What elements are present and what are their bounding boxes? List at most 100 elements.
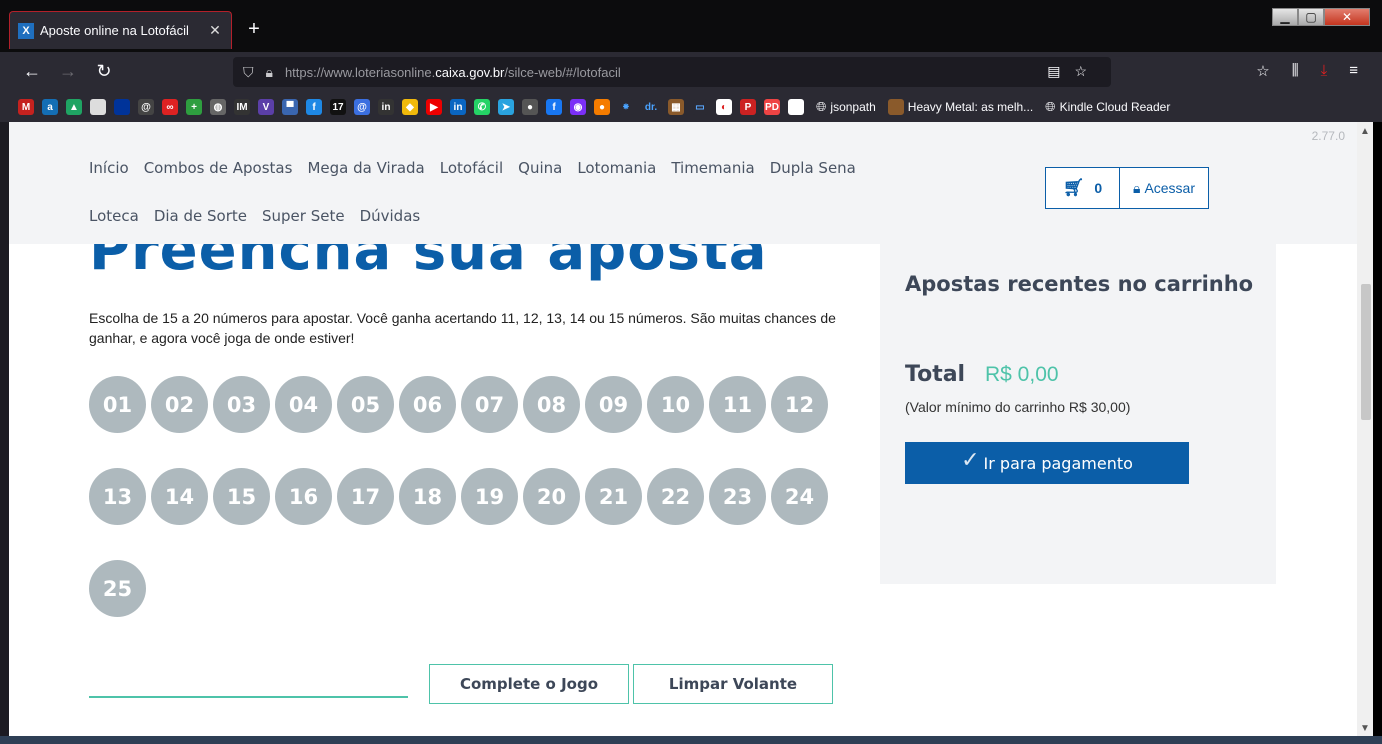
threads-icon[interactable]: @: [138, 99, 154, 115]
bookmark-icon[interactable]: [90, 99, 106, 115]
address-bar[interactable]: ⛉ 🔒︎ https://www.loteriasonline.caixa.go…: [233, 57, 1111, 87]
bookmark-kindle[interactable]: 🌐︎ Kindle Cloud Reader: [1045, 99, 1170, 115]
scroll-thumb[interactable]: [1361, 284, 1371, 420]
im-icon[interactable]: IM: [234, 99, 250, 115]
complete-game-button[interactable]: Complete o Jogo: [429, 664, 629, 704]
number-ball[interactable]: 21: [585, 468, 642, 525]
access-button[interactable]: 🔒︎ Acessar: [1120, 168, 1208, 208]
menu-icon[interactable]: ≡: [1349, 62, 1358, 80]
number-ball[interactable]: 23: [709, 468, 766, 525]
orange-icon[interactable]: ●: [594, 99, 610, 115]
url-text[interactable]: https://www.loteriasonline.caixa.gov.br/…: [285, 65, 621, 80]
round-icon[interactable]: ◐: [716, 99, 732, 115]
number-ball[interactable]: 11: [709, 376, 766, 433]
plus-icon[interactable]: +: [186, 99, 202, 115]
number-ball[interactable]: 16: [275, 468, 332, 525]
drive-icon[interactable]: ▲: [66, 99, 82, 115]
number-ball[interactable]: 20: [523, 468, 580, 525]
itau-icon[interactable]: [114, 99, 130, 115]
bet-quantity-input[interactable]: [89, 696, 408, 698]
window-icon[interactable]: ▭: [692, 99, 708, 115]
menu-item[interactable]: Dúvidas: [360, 207, 421, 225]
gmail-icon[interactable]: M: [18, 99, 34, 115]
facebook-icon[interactable]: f: [546, 99, 562, 115]
menu-item[interactable]: Início: [89, 159, 129, 177]
bookmark-star-icon[interactable]: ☆: [1074, 63, 1101, 79]
menu-item[interactable]: Lotofácil: [440, 159, 503, 177]
download-icon[interactable]: ⤓: [1321, 62, 1328, 80]
minimize-icon[interactable]: ▁: [1272, 8, 1298, 26]
amazon-icon[interactable]: a: [42, 99, 58, 115]
number-ball[interactable]: 14: [151, 468, 208, 525]
telegram-icon[interactable]: ➤: [498, 99, 514, 115]
number-ball[interactable]: 04: [275, 376, 332, 433]
shield-icon[interactable]: ⛉: [243, 64, 254, 81]
number-ball[interactable]: 03: [213, 376, 270, 433]
reader-view-icon[interactable]: ▤: [1047, 63, 1074, 79]
scroll-up-icon[interactable]: ▲: [1357, 126, 1373, 137]
pdf-icon[interactable]: P: [740, 99, 756, 115]
menu-item[interactable]: Mega da Virada: [307, 159, 424, 177]
tv-icon[interactable]: 17: [330, 99, 346, 115]
page-scrollbar[interactable]: ▲ ▼: [1357, 122, 1373, 736]
menu-item[interactable]: Timemania: [671, 159, 754, 177]
pocket-icon[interactable]: ☆: [1256, 62, 1269, 80]
inv-icon[interactable]: in: [378, 99, 394, 115]
browser-tab[interactable]: X Aposte online na Lotofácil ✕: [9, 11, 232, 49]
maximize-icon[interactable]: ▢: [1298, 8, 1324, 26]
menu-item[interactable]: Dupla Sena: [770, 159, 856, 177]
number-ball[interactable]: 17: [337, 468, 394, 525]
number-ball[interactable]: 25: [89, 560, 146, 617]
back-icon[interactable]: ←: [20, 61, 44, 82]
menu-item[interactable]: Quina: [518, 159, 562, 177]
bookmark-jsonpath[interactable]: 🌐︎ jsonpath: [816, 99, 876, 115]
clear-ticket-button[interactable]: Limpar Volante: [633, 664, 833, 704]
number-ball[interactable]: 12: [771, 376, 828, 433]
dr-icon[interactable]: dr.: [642, 99, 660, 115]
number-ball[interactable]: 07: [461, 376, 518, 433]
image-icon[interactable]: ▦: [668, 99, 684, 115]
infinity-icon[interactable]: ∞: [162, 99, 178, 115]
globe-icon[interactable]: ◍: [210, 99, 226, 115]
number-ball[interactable]: 22: [647, 468, 704, 525]
menu-item[interactable]: Lotomania: [577, 159, 656, 177]
lock-icon[interactable]: 🔒︎: [266, 64, 273, 81]
multi-color-icon[interactable]: ▞: [788, 99, 804, 115]
menu-item[interactable]: Loteca: [89, 207, 139, 225]
number-ball[interactable]: 15: [213, 468, 270, 525]
reload-icon[interactable]: ↻: [92, 61, 116, 82]
scroll-down-icon[interactable]: ▼: [1357, 723, 1373, 734]
school-icon[interactable]: ▀: [282, 99, 298, 115]
forward-icon[interactable]: →: [56, 61, 80, 82]
bookmark-heavy-metal[interactable]: Heavy Metal: as melh...: [887, 99, 1033, 115]
number-ball[interactable]: 19: [461, 468, 518, 525]
menu-item[interactable]: Super Sete: [262, 207, 345, 225]
f-circle-icon[interactable]: f: [306, 99, 322, 115]
whatsapp-icon[interactable]: ✆: [474, 99, 490, 115]
number-ball[interactable]: 13: [89, 468, 146, 525]
number-ball[interactable]: 08: [523, 376, 580, 433]
purple-icon[interactable]: ◉: [570, 99, 586, 115]
number-ball[interactable]: 24: [771, 468, 828, 525]
number-ball[interactable]: 18: [399, 468, 456, 525]
new-tab-icon[interactable]: +: [244, 18, 264, 41]
pd-icon[interactable]: PD: [764, 99, 780, 115]
vi-icon[interactable]: V: [258, 99, 274, 115]
number-ball[interactable]: 01: [89, 376, 146, 433]
window-close-icon[interactable]: ✕: [1324, 8, 1370, 26]
close-tab-icon[interactable]: ✕: [207, 22, 223, 39]
cart-button[interactable]: 🛒︎ 0: [1046, 168, 1120, 208]
number-ball[interactable]: 05: [337, 376, 394, 433]
go-to-payment-button[interactable]: ✓ Ir para pagamento: [905, 442, 1189, 484]
at-icon[interactable]: @: [354, 99, 370, 115]
library-icon[interactable]: ⫼: [1292, 62, 1299, 80]
number-ball[interactable]: 02: [151, 376, 208, 433]
binance-icon[interactable]: ◆: [402, 99, 418, 115]
blue-dots-icon[interactable]: ⁕: [618, 99, 634, 115]
github-icon[interactable]: ●: [522, 99, 538, 115]
youtube-icon[interactable]: ▶: [426, 99, 442, 115]
linkedin-icon[interactable]: in: [450, 99, 466, 115]
number-ball[interactable]: 09: [585, 376, 642, 433]
menu-item[interactable]: Dia de Sorte: [154, 207, 247, 225]
menu-item[interactable]: Combos de Apostas: [144, 159, 293, 177]
